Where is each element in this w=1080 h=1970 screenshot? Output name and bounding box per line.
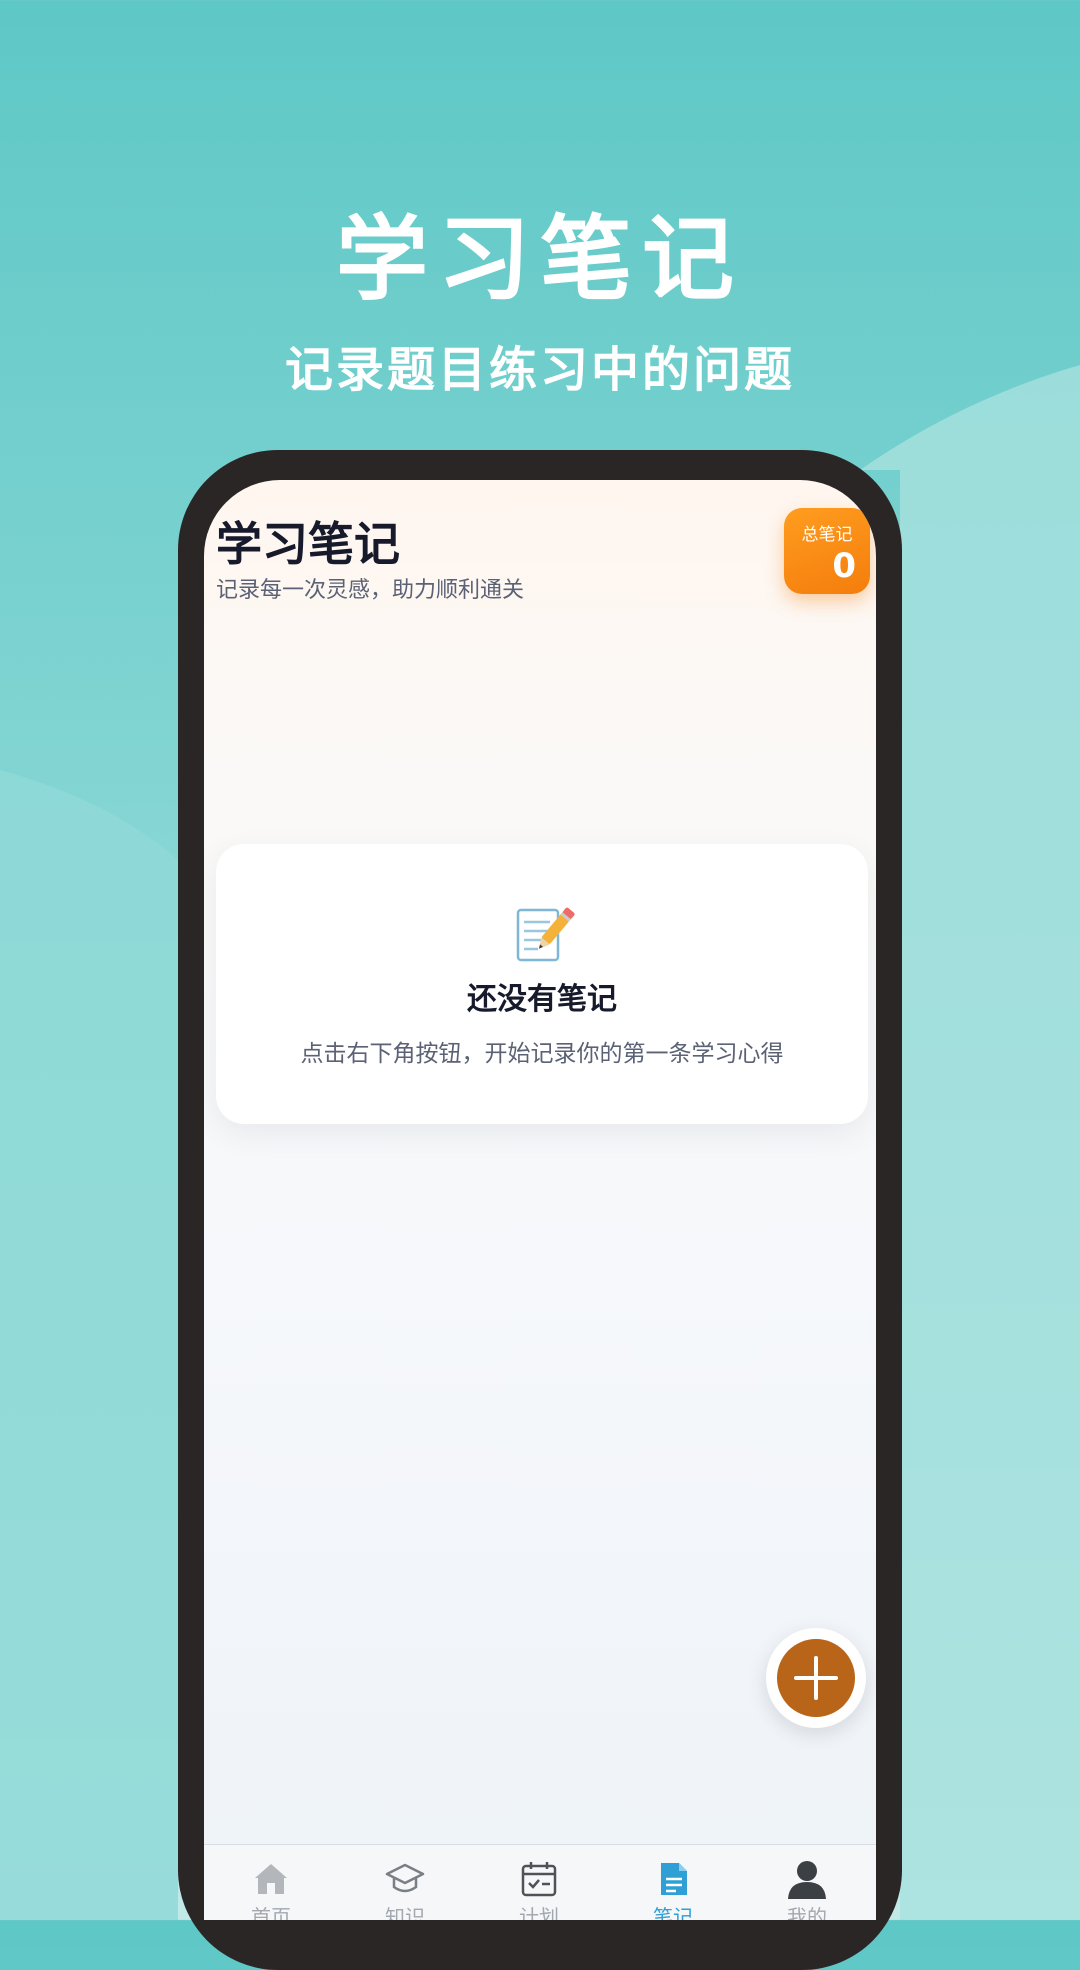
tab-plan-label: 计划 — [519, 1905, 559, 1920]
total-notes-label: 总笔记 — [801, 525, 853, 545]
tab-plan[interactable]: 计划 — [472, 1845, 606, 1920]
document-icon — [661, 1863, 687, 1895]
tab-profile[interactable]: 我的 — [740, 1845, 874, 1920]
total-notes-count: 0 — [832, 546, 856, 586]
tab-home-label: 首页 — [251, 1905, 291, 1920]
page-title: 学习笔记 — [216, 517, 400, 571]
tab-profile-label: 我的 — [787, 1905, 827, 1920]
memo-icon — [516, 907, 575, 962]
tab-notes[interactable]: 笔记 — [606, 1845, 740, 1920]
graduation-cap-icon — [385, 1863, 425, 1893]
tab-home[interactable]: 首页 — [204, 1845, 338, 1920]
empty-state-description: 点击右下角按钮，开始记录你的第一条学习心得 — [300, 1041, 784, 1067]
tab-knowledge-label: 知识 — [385, 1905, 425, 1920]
promo-subtitle: 记录题目练习中的问题 — [284, 342, 795, 398]
user-icon — [788, 1861, 826, 1899]
calendar-check-icon — [521, 1862, 557, 1897]
empty-state-card: 还没有笔记 点击右下角按钮，开始记录你的第一条学习心得 — [216, 844, 868, 1124]
promo-title: 学习笔记 — [335, 206, 744, 313]
app-screen: 学习笔记 记录每一次灵感，助力顺利通关 总笔记 0 还没有笔记 点击右下角按钮，… — [204, 480, 876, 1920]
add-note-button[interactable] — [766, 1628, 866, 1728]
home-icon — [255, 1864, 287, 1894]
tab-knowledge[interactable]: 知识 — [338, 1845, 472, 1920]
plus-icon — [794, 1656, 838, 1700]
empty-state-title: 还没有笔记 — [467, 982, 617, 1017]
bottom-tab-bar: 首页 知识 计划 笔记 我的 — [204, 1844, 876, 1920]
tab-notes-label: 笔记 — [653, 1905, 693, 1920]
page-subtitle: 记录每一次灵感，助力顺利通关 — [216, 578, 525, 603]
total-notes-badge: 总笔记 0 — [784, 508, 870, 594]
add-note-button-circle[interactable] — [777, 1639, 855, 1717]
